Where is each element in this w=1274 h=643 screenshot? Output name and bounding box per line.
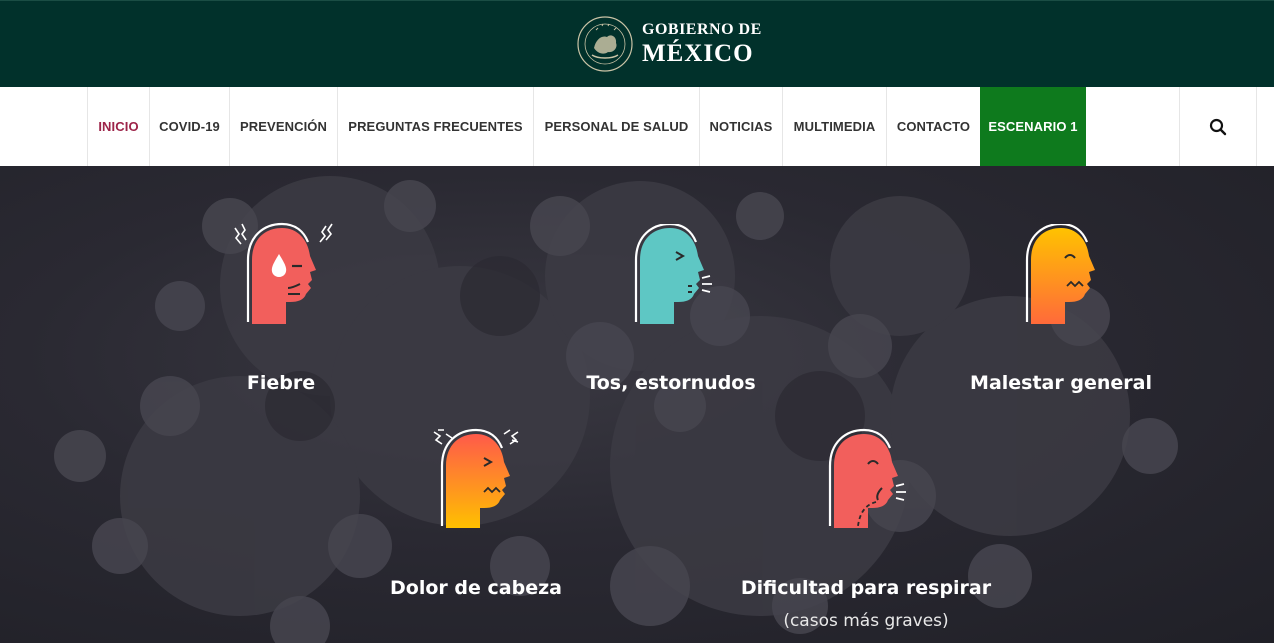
fever-head-icon <box>234 222 333 324</box>
symptom-label-dolor-cabeza: Dolor de cabeza <box>390 577 562 599</box>
brand-line1: GOBIERNO DE <box>642 21 762 38</box>
symptom-sublabel-casos-graves: (casos más graves) <box>783 611 949 631</box>
gobierno-logo[interactable]: GOBIERNO DE MÉXICO <box>576 15 762 73</box>
nav-item-covid-19[interactable]: COVID-19 <box>149 87 229 166</box>
headache-head-icon <box>433 428 519 528</box>
search-icon <box>1209 118 1227 135</box>
nav-item-preguntas-frecuentes[interactable]: PREGUNTAS FRECUENTES <box>337 87 533 166</box>
top-header: GOBIERNO DE MÉXICO <box>0 0 1274 87</box>
mexico-seal-icon <box>577 16 633 72</box>
nav-item-prevencion[interactable]: PREVENCIÓN <box>229 87 337 166</box>
nav-item-contacto[interactable]: CONTACTO <box>886 87 980 166</box>
nav-item-multimedia[interactable]: MULTIMEDIA <box>782 87 886 166</box>
nav-item-noticias[interactable]: NOTICIAS <box>699 87 782 166</box>
symptom-label-tos: Tos, estornudos <box>586 372 756 394</box>
symptom-label-malestar: Malestar general <box>970 372 1152 394</box>
breathing-difficulty-head-icon <box>828 428 906 528</box>
symptom-label-dificultad: Dificultad para respirar <box>740 577 992 599</box>
main-navigation: INICIO COVID-19 PREVENCIÓN PREGUNTAS FRE… <box>0 87 1274 166</box>
nav-item-personal-de-salud[interactable]: PERSONAL DE SALUD <box>533 87 699 166</box>
cough-head-icon <box>634 224 712 324</box>
brand-line2: MÉXICO <box>642 40 754 67</box>
malaise-head-icon <box>1025 224 1095 324</box>
nav-item-inicio[interactable]: INICIO <box>87 87 149 166</box>
nav-item-escenario-1[interactable]: ESCENARIO 1 <box>980 87 1086 166</box>
symptom-label-fiebre: Fiebre <box>246 372 316 394</box>
search-button[interactable] <box>1179 87 1257 166</box>
symptoms-section: Fiebre Tos, estornudos Malestar general <box>0 166 1274 643</box>
